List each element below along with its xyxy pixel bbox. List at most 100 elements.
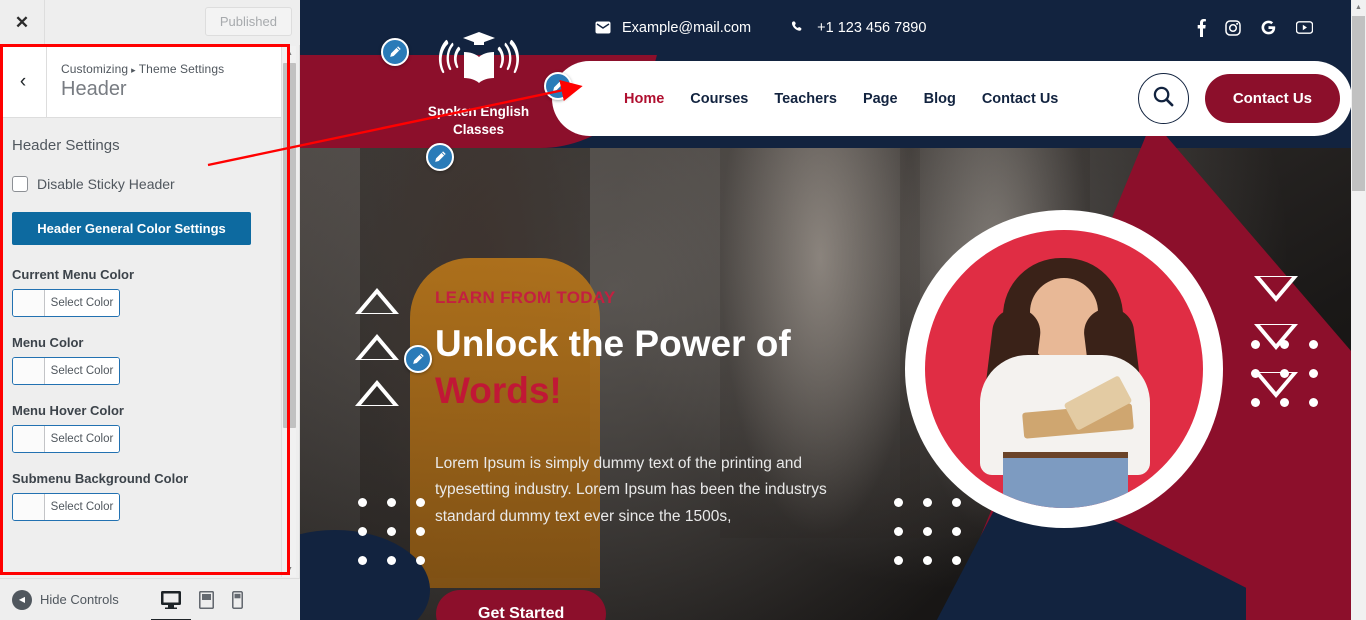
edit-pencil-icon[interactable] [426, 143, 454, 171]
nav-item-blog[interactable]: Blog [924, 91, 956, 107]
select-color-label: Select Color [45, 358, 119, 384]
phone-icon [791, 20, 806, 35]
device-desktop-button[interactable] [150, 590, 191, 620]
current-menu-color-label: Current Menu Color [12, 267, 135, 282]
nav-item-teachers[interactable]: Teachers [774, 91, 837, 107]
disable-sticky-header-row[interactable]: Disable Sticky Header [12, 176, 267, 192]
edit-pencil-icon[interactable] [404, 345, 432, 373]
decor-triangles-left [355, 288, 399, 426]
close-icon[interactable]: ✕ [0, 0, 45, 45]
email-item[interactable]: Example@mail.com [595, 20, 751, 36]
nav-actions: Contact Us [1137, 73, 1340, 124]
hero-paragraph: Lorem Ipsum is simply dummy text of the … [435, 454, 827, 526]
hide-controls-button[interactable]: ◀ Hide Controls [0, 589, 119, 610]
search-icon [1153, 86, 1174, 112]
menu-color-picker[interactable]: Select Color [12, 357, 120, 385]
site-logo[interactable]: Spoken English Classes [396, 30, 561, 139]
mail-icon [595, 21, 611, 34]
triangle-up-icon [355, 334, 399, 360]
social-links [1197, 18, 1313, 37]
youtube-icon[interactable] [1296, 21, 1313, 34]
sidebar-scrollbar[interactable]: ▲ ▼ [281, 46, 296, 577]
published-button[interactable]: Published [204, 7, 292, 36]
hero-content: LEARN FROM TODAY Unlock the Power of Wor… [435, 288, 905, 531]
logo-text: Spoken English Classes [396, 103, 561, 139]
scroll-up-arrow-icon[interactable]: ▲ [282, 46, 297, 61]
triangle-up-icon [355, 288, 399, 314]
email-text: Example@mail.com [622, 19, 752, 36]
customizer-topbar: ✕ Published [0, 0, 300, 45]
triangle-up-icon [355, 380, 399, 406]
breadcrumb-separator-icon: ▸ [131, 65, 136, 75]
back-chevron-icon[interactable]: ‹ [0, 45, 47, 118]
nav-links: Home Courses Teachers Page Blog Contact … [624, 91, 1058, 107]
decor-dots-right [1251, 340, 1318, 407]
nav-item-home[interactable]: Home [624, 91, 664, 107]
screen: Example@mail.com +1 123 456 7890 Spoken … [0, 0, 1366, 620]
device-preview-buttons [150, 590, 243, 620]
panel-header: ‹ Customizing ▸ Theme Settings Header [0, 45, 294, 118]
edit-pencil-icon[interactable] [544, 72, 572, 100]
device-mobile-button[interactable] [231, 590, 243, 609]
instagram-icon[interactable] [1225, 19, 1241, 36]
panel-body: Header Settings Disable Sticky Header He… [0, 119, 281, 577]
logo-line-1: Spoken English [427, 104, 530, 119]
triangle-down-icon [1254, 276, 1298, 302]
menu-color-label: Menu Color [12, 335, 84, 350]
phone-item[interactable]: +1 123 456 7890 [791, 20, 926, 36]
get-started-button[interactable]: Get Started [436, 590, 607, 620]
sidebar-scrollbar-thumb[interactable] [283, 63, 296, 428]
nav-item-page[interactable]: Page [863, 91, 898, 107]
portrait-photo [925, 230, 1203, 508]
breadcrumb-root: Customizing [61, 62, 129, 76]
color-swatch [13, 426, 45, 452]
preview-scrollbar[interactable]: ▲ [1351, 0, 1366, 620]
site-preview: Example@mail.com +1 123 456 7890 Spoken … [300, 0, 1366, 620]
scroll-up-arrow-icon[interactable]: ▲ [1351, 0, 1366, 15]
customizer-sidebar: ✕ Published ‹ Customizing ▸ Theme Settings… [0, 0, 300, 620]
facebook-icon[interactable] [1197, 18, 1206, 37]
menu-hover-color-picker[interactable]: Select Color [12, 425, 120, 453]
customizer-bottom-bar: ◀ Hide Controls [0, 578, 300, 620]
hero-title-line1: Unlock the Power of [435, 323, 791, 364]
panel-titles: Customizing ▸ Theme Settings Header [47, 62, 224, 101]
header-general-color-settings-button[interactable]: Header General Color Settings [12, 212, 251, 245]
menu-hover-color-label: Menu Hover Color [12, 403, 124, 418]
color-swatch [13, 494, 45, 520]
nav-item-courses[interactable]: Courses [690, 91, 748, 107]
select-color-label: Select Color [45, 290, 119, 316]
device-tablet-button[interactable] [198, 590, 214, 609]
contact-group: Example@mail.com +1 123 456 7890 [595, 20, 926, 36]
page-title: Header [61, 78, 127, 100]
nav-item-contact-us[interactable]: Contact Us [982, 91, 1059, 107]
preview-scrollbar-thumb[interactable] [1352, 16, 1365, 191]
submenu-background-color-picker[interactable]: Select Color [12, 493, 120, 521]
field-menu-color: Menu Color Select Color [12, 335, 267, 385]
nav-cta-button[interactable]: Contact Us [1204, 74, 1340, 123]
select-color-label: Select Color [45, 494, 119, 520]
current-menu-color-picker[interactable]: Select Color [12, 289, 120, 317]
field-menu-hover-color: Menu Hover Color Select Color [12, 403, 267, 453]
disable-sticky-header-label: Disable Sticky Header [37, 176, 175, 192]
logo-line-2: Classes [452, 122, 505, 138]
google-icon[interactable] [1260, 19, 1277, 36]
disable-sticky-header-checkbox[interactable] [12, 176, 28, 192]
section-title: Header Settings [12, 137, 120, 154]
field-current-menu-color: Current Menu Color Select Color [12, 267, 267, 317]
hero-title-line2: Words! [435, 370, 562, 412]
collapse-arrow-icon: ◀ [12, 589, 32, 610]
edit-pencil-icon[interactable] [381, 38, 409, 66]
hero-portrait [905, 210, 1223, 528]
hide-controls-label: Hide Controls [40, 592, 119, 607]
decor-dots-left [358, 498, 425, 565]
search-button[interactable] [1137, 73, 1189, 124]
phone-text: +1 123 456 7890 [817, 19, 927, 36]
main-navigation-bar: Home Courses Teachers Page Blog Contact … [552, 61, 1352, 136]
scroll-down-arrow-icon[interactable]: ▼ [282, 562, 297, 577]
breadcrumb-current: Theme Settings [138, 62, 225, 76]
hero-eyebrow: LEARN FROM TODAY [435, 288, 616, 307]
logo-emblem-icon [424, 32, 534, 100]
submenu-background-color-label: Submenu Background Color [12, 471, 189, 486]
breadcrumb: Customizing ▸ Theme Settings [61, 62, 224, 76]
hero-title: Unlock the Power of Words! [435, 320, 905, 415]
